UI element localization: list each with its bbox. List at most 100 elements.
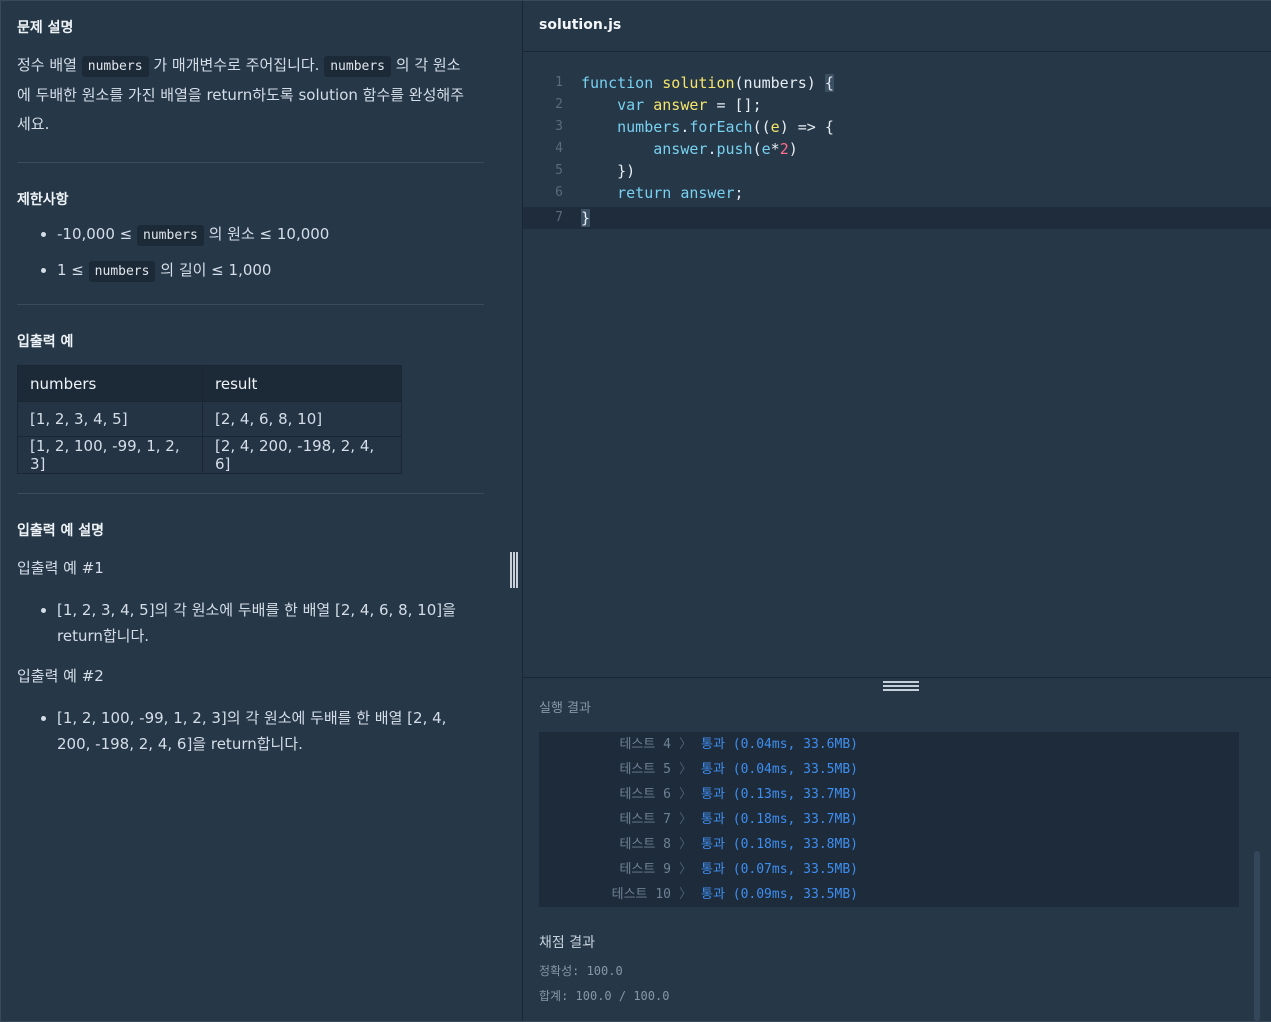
results-console: 테스트 4 〉 통과 (0.04ms, 33.6MB) 테스트 5 〉 통과 (0.04… <box>539 732 1239 907</box>
test-name: 테스트 10 <box>611 887 671 902</box>
token-param: e <box>761 140 771 158</box>
desc-text: 정수 배열 <box>17 56 77 74</box>
test-result: 통과 (0.13ms, 33.7MB) <box>701 787 858 802</box>
constraint-item: 1 ≤ numbers 의 길이 ≤ 1,000 <box>57 253 329 289</box>
desc-text: 의 각 원소 <box>395 56 461 74</box>
test-result: 통과 (0.07ms, 33.5MB) <box>701 862 858 877</box>
divider <box>17 493 484 494</box>
constraint-text: 의 원소 ≤ 10,000 <box>208 225 330 243</box>
table-header: numbers <box>17 365 203 402</box>
desc-text: 에 두배한 원소를 가진 배열을 return하도록 solution 함수를 … <box>17 86 465 104</box>
token-object: numbers <box>617 118 681 136</box>
line-number: 1 <box>555 75 563 90</box>
example-label: 입출력 예 #1 <box>17 559 104 577</box>
test-name: 테스트 6 <box>619 787 671 802</box>
constraint-item: -10,000 ≤ numbers 의 원소 ≤ 10,000 <box>57 217 329 253</box>
code-line: 5 }) <box>523 160 1271 182</box>
accuracy-score: 정확성: 100.0 <box>539 964 623 978</box>
token-brace: { <box>824 74 834 92</box>
constraint-text: 1 ≤ <box>57 261 84 279</box>
table-header: result <box>202 365 402 402</box>
table-row: [1, 2, 100, -99, 1, 2, 3] [2, 4, 200, -1… <box>17 436 402 474</box>
line-number: 2 <box>555 97 563 112</box>
editor-tabbar: solution.js <box>523 1 1271 52</box>
line-number: 5 <box>555 163 563 178</box>
code-line: 1 function solution(numbers) { <box>523 72 1271 94</box>
constraints-list: -10,000 ≤ numbers 의 원소 ≤ 10,000 1 ≤ numb… <box>17 217 329 289</box>
token-args: (numbers) <box>734 74 825 92</box>
chevron-right-icon: 〉 <box>679 887 693 902</box>
token-punct: ) => { <box>779 118 834 136</box>
token-variable: answer <box>653 96 708 114</box>
line-number: 3 <box>555 119 563 134</box>
token-number: 2 <box>779 140 789 158</box>
divider <box>17 162 484 163</box>
code-line-active: 7 } <box>523 207 1271 229</box>
chevron-right-icon: 〉 <box>679 812 693 827</box>
inline-code: numbers <box>324 56 392 77</box>
token-keyword: var <box>617 96 645 114</box>
token-punct: ) <box>788 140 798 158</box>
test-row: 테스트 9 〉 통과 (0.07ms, 33.5MB) <box>539 857 1239 882</box>
test-name: 테스트 9 <box>619 862 671 877</box>
test-row: 테스트 5 〉 통과 (0.04ms, 33.5MB) <box>539 757 1239 782</box>
test-row: 테스트 8 〉 통과 (0.18ms, 33.8MB) <box>539 832 1239 857</box>
test-row: 테스트 4 〉 통과 (0.04ms, 33.6MB) <box>539 732 1239 757</box>
test-result: 통과 (0.04ms, 33.5MB) <box>701 762 858 777</box>
inline-code: numbers <box>88 261 156 282</box>
results-scrollbar[interactable] <box>1254 851 1260 1021</box>
constraint-text: 의 길이 ≤ 1,000 <box>160 261 272 279</box>
test-row: 테스트 10 〉 통과 (0.09ms, 33.5MB) <box>539 882 1239 907</box>
test-result: 통과 (0.09ms, 33.5MB) <box>701 887 858 902</box>
token-operator: * <box>770 140 780 158</box>
chevron-right-icon: 〉 <box>679 762 693 777</box>
vertical-resize-handle[interactable] <box>510 552 518 588</box>
inline-code: numbers <box>81 56 149 77</box>
editor-panel: solution.js 1 function solution(numbers)… <box>522 1 1271 1021</box>
divider <box>17 304 484 305</box>
chevron-right-icon: 〉 <box>679 837 693 852</box>
test-result: 통과 (0.18ms, 33.7MB) <box>701 812 858 827</box>
token-param: e <box>770 118 780 136</box>
token-brace: } <box>581 209 591 227</box>
table-cell: [2, 4, 6, 8, 10] <box>202 401 402 437</box>
test-name: 테스트 4 <box>619 737 671 752</box>
example-label: 입출력 예 #2 <box>17 667 104 685</box>
example-item: [1, 2, 100, -99, 1, 2, 3]의 각 원소에 두배를 한 배… <box>57 705 477 757</box>
line-number: 6 <box>555 185 563 200</box>
io-title: 입출력 예 <box>17 334 74 350</box>
total-score: 합계: 100.0 / 100.0 <box>539 989 670 1003</box>
results-title: 실행 결과 <box>539 701 591 716</box>
tab-solution-js[interactable]: solution.js <box>539 17 621 33</box>
test-row: 테스트 7 〉 통과 (0.18ms, 33.7MB) <box>539 807 1239 832</box>
problem-description: 정수 배열 numbers 가 매개변수로 주어집니다. numbers 의 각… <box>17 51 485 139</box>
constraints-title: 제한사항 <box>17 192 69 208</box>
table-cell: [1, 2, 100, -99, 1, 2, 3] <box>17 436 203 474</box>
token-variable: answer <box>680 184 735 202</box>
token-method: push <box>716 140 753 158</box>
line-number: 7 <box>555 210 563 225</box>
chevron-right-icon: 〉 <box>679 862 693 877</box>
test-name: 테스트 8 <box>619 837 671 852</box>
code-line: 4 answer.push(e*2) <box>523 138 1271 160</box>
code-editor[interactable]: 1 function solution(numbers) { 2 var ans… <box>523 52 1271 676</box>
line-number: 4 <box>555 141 563 156</box>
token-punct: = []; <box>707 96 762 114</box>
token-punct: ( <box>752 140 762 158</box>
test-name: 테스트 7 <box>619 812 671 827</box>
constraint-text: -10,000 ≤ <box>57 225 133 243</box>
token-function: solution <box>662 74 735 92</box>
code-line: 2 var answer = []; <box>523 94 1271 116</box>
token-keyword: function <box>581 74 654 92</box>
example-1-list: [1, 2, 3, 4, 5]의 각 원소에 두배를 한 배열 [2, 4, 6… <box>17 597 477 669</box>
code-line: 3 numbers.forEach((e) => { <box>523 116 1271 138</box>
token-punct: }) <box>617 162 636 180</box>
token-method: forEach <box>689 118 753 136</box>
results-header: 실행 결과 <box>523 677 1271 733</box>
token-punct: (( <box>752 118 771 136</box>
example-item: [1, 2, 3, 4, 5]의 각 원소에 두배를 한 배열 [2, 4, 6… <box>57 597 477 649</box>
desc-text: 가 매개변수로 주어집니다. <box>153 56 320 74</box>
table-header-row: numbers result <box>17 365 402 402</box>
explain-title: 입출력 예 설명 <box>17 523 105 539</box>
test-result: 통과 (0.18ms, 33.8MB) <box>701 837 858 852</box>
